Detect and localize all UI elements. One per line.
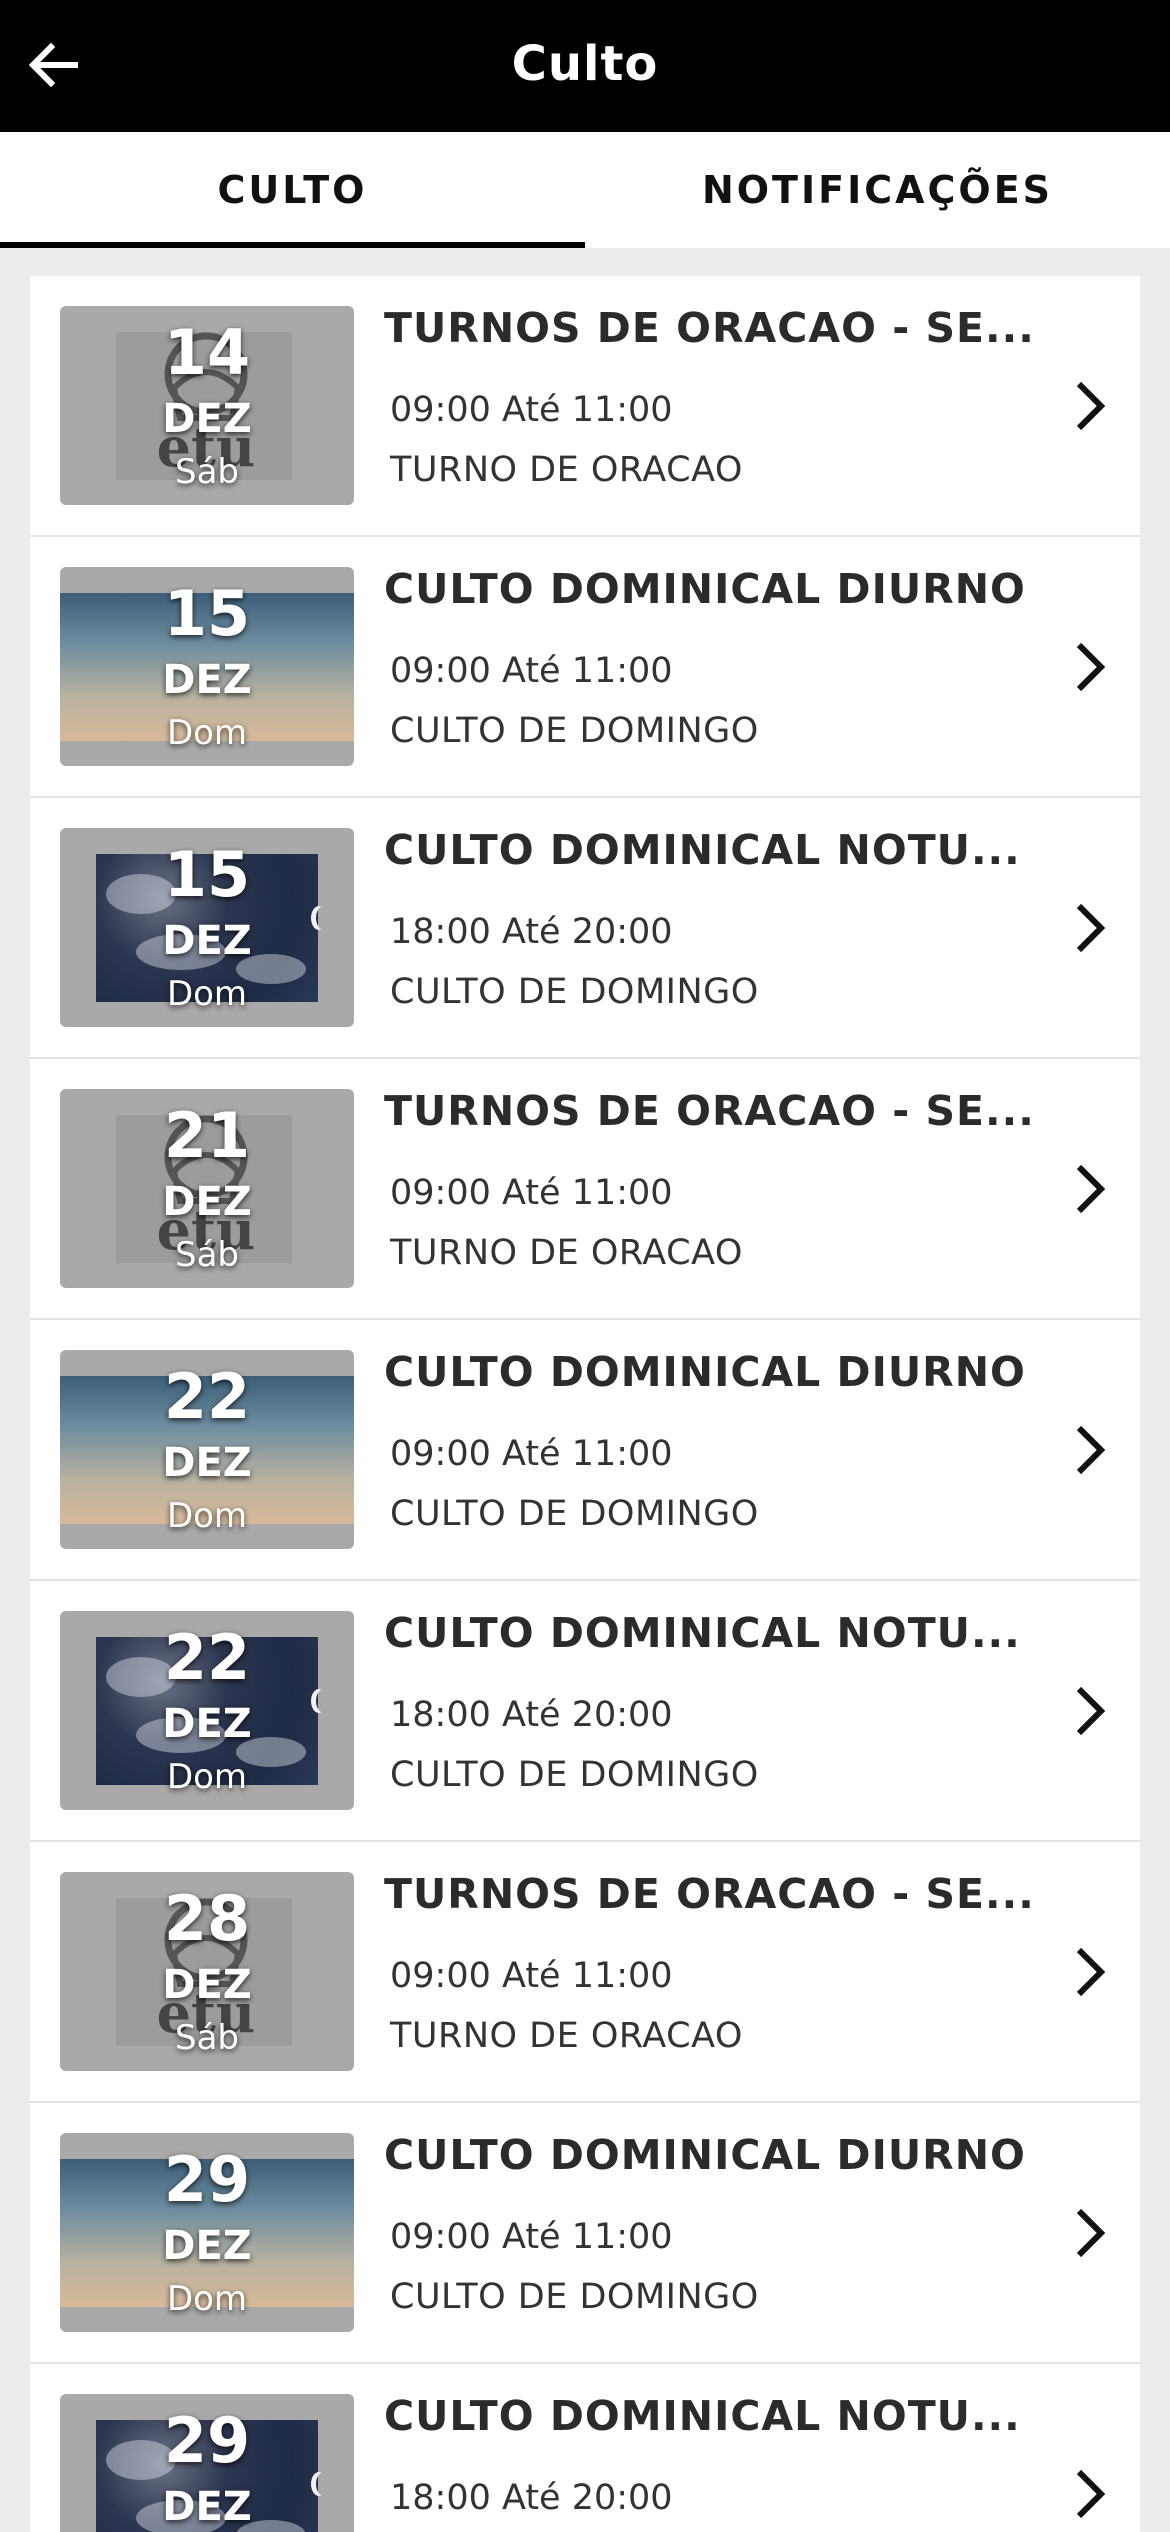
event-time: 18:00 Até 20:00 <box>390 912 673 952</box>
event-month: DEZ <box>162 2223 252 2269</box>
event-day: 15 <box>163 838 251 911</box>
event-day: 29 <box>163 2404 251 2477</box>
event-title: TURNOS DE ORACAO - SE... <box>384 304 1035 352</box>
event-weekday: Dom <box>166 1496 248 1536</box>
page-title: Culto <box>511 36 659 92</box>
event-time: 09:00 Até 11:00 <box>390 1173 673 1213</box>
event-thumbnail: 22 DEZ Dom <box>60 1350 354 1549</box>
event-subtitle: TURNO DE ORACAO <box>390 450 743 490</box>
chevron-right-icon[interactable] <box>1070 2464 1110 2524</box>
event-weekday: Sáb <box>175 452 239 492</box>
event-thumbnail: 22 DEZ Dom <box>60 1611 354 1810</box>
event-weekday: Dom <box>166 1757 248 1797</box>
event-title: CULTO DOMINICAL DIURNO <box>384 565 1026 613</box>
tab-bar: CULTO NOTIFICAÇÕES <box>0 132 1170 248</box>
event-title: CULTO DOMINICAL DIURNO <box>384 2131 1026 2179</box>
event-thumbnail: Setun14DEZSáb <box>60 306 354 505</box>
event-list: Setun14DEZSábTURNOS DE ORACAO - SE...09:… <box>30 276 1140 2532</box>
event-weekday: Sáb <box>175 2018 239 2058</box>
event-title: CULTO DOMINICAL NOTU... <box>384 2392 1021 2440</box>
event-subtitle: CULTO DE DOMINGO <box>390 2277 759 2317</box>
chevron-right-icon[interactable] <box>1070 1159 1110 1219</box>
tab-active-indicator <box>0 242 585 248</box>
event-weekday: Dom <box>166 974 248 1014</box>
event-month: DEZ <box>162 657 252 703</box>
list-item[interactable]: 22 DEZ Dom CULTO DOMINICAL NOTU... 18:00 Até… <box>30 1581 1140 1842</box>
chevron-right-icon[interactable] <box>1070 1681 1110 1741</box>
event-thumbnail: Setun21DEZSáb <box>60 1089 354 1288</box>
event-title: CULTO DOMINICAL NOTU... <box>384 1609 1021 1657</box>
event-day: 14 <box>163 316 251 389</box>
list-item[interactable]: 15 DEZ Dom CULTO DOMINICAL NOTU... 18:00 Até… <box>30 798 1140 1059</box>
event-month: DEZ <box>162 918 252 964</box>
chevron-right-icon[interactable] <box>1070 637 1110 697</box>
chevron-right-icon[interactable] <box>1070 2203 1110 2263</box>
event-subtitle: TURNO DE ORACAO <box>390 2016 743 2056</box>
event-time: 09:00 Até 11:00 <box>390 1434 673 1474</box>
list-item[interactable]: 29DEZDomCULTO DOMINICAL NOTU...18:00 Até… <box>30 2364 1140 2532</box>
event-month: DEZ <box>162 1962 252 2008</box>
event-subtitle: CULTO DE DOMINGO <box>390 972 759 1012</box>
event-subtitle: CULTO DE DOMINGO <box>390 1494 759 1534</box>
event-subtitle: TURNO DE ORACAO <box>390 1233 743 1273</box>
chevron-right-icon[interactable] <box>1070 898 1110 958</box>
event-thumbnail: 15 DEZ Dom <box>60 567 354 766</box>
event-day: 28 <box>163 1882 251 1955</box>
event-subtitle: CULTO DE DOMINGO <box>390 711 759 751</box>
event-subtitle: CULTO DE DOMINGO <box>390 1755 759 1795</box>
event-day: 22 <box>163 1360 251 1433</box>
event-thumbnail: Setun28DEZSáb <box>60 1872 354 2071</box>
event-day: 21 <box>163 1099 251 1172</box>
event-time: 18:00 Até 20:00 <box>390 1695 673 1735</box>
event-time: 09:00 Até 11:00 <box>390 2217 673 2257</box>
list-item[interactable]: Setun21DEZSábTURNOS DE ORACAO - SE...09:… <box>30 1059 1140 1320</box>
event-month: DEZ <box>162 1179 252 1225</box>
event-weekday: Dom <box>166 2279 248 2319</box>
event-day: 29 <box>163 2143 251 2216</box>
list-item[interactable]: Setun14DEZSábTURNOS DE ORACAO - SE...09:… <box>30 276 1140 537</box>
tab-notificacoes[interactable]: NOTIFICAÇÕES <box>585 132 1170 248</box>
app-bar: Culto <box>0 0 1170 132</box>
list-item[interactable]: 15 DEZ Dom CULTO DOMINICAL DIURNO 09:00 Até … <box>30 537 1140 798</box>
list-item[interactable]: 22 DEZ Dom CULTO DOMINICAL DIURNO 09:00 Até … <box>30 1320 1140 1581</box>
list-item[interactable]: 29 DEZ Dom CULTO DOMINICAL DIURNO 09:00 Até … <box>30 2103 1140 2364</box>
event-time: 09:00 Até 11:00 <box>390 390 673 430</box>
event-month: DEZ <box>162 396 252 442</box>
event-month: DEZ <box>162 1440 252 1486</box>
chevron-right-icon[interactable] <box>1070 1942 1110 2002</box>
event-month: DEZ <box>162 2484 252 2530</box>
event-title: TURNOS DE ORACAO - SE... <box>384 1087 1035 1135</box>
event-weekday: Dom <box>166 713 248 753</box>
event-day: 22 <box>163 1621 251 1694</box>
event-time: 18:00 Até 20:00 <box>390 2478 673 2518</box>
chevron-right-icon[interactable] <box>1070 1420 1110 1480</box>
event-title: CULTO DOMINICAL DIURNO <box>384 1348 1026 1396</box>
event-title: TURNOS DE ORACAO - SE... <box>384 1870 1035 1918</box>
event-time: 09:00 Até 11:00 <box>390 1956 673 1996</box>
event-weekday: Sáb <box>175 1235 239 1275</box>
event-month: DEZ <box>162 1701 252 1747</box>
event-time: 09:00 Até 11:00 <box>390 651 673 691</box>
event-thumbnail: 29DEZDom <box>60 2394 354 2532</box>
event-title: CULTO DOMINICAL NOTU... <box>384 826 1021 874</box>
list-item[interactable]: Setun28DEZSábTURNOS DE ORACAO - SE...09:… <box>30 1842 1140 2103</box>
event-thumbnail: 29 DEZ Dom <box>60 2133 354 2332</box>
event-day: 15 <box>163 577 251 650</box>
tab-culto[interactable]: CULTO <box>0 132 585 248</box>
event-thumbnail: 15 DEZ Dom <box>60 828 354 1027</box>
chevron-right-icon[interactable] <box>1070 376 1110 436</box>
